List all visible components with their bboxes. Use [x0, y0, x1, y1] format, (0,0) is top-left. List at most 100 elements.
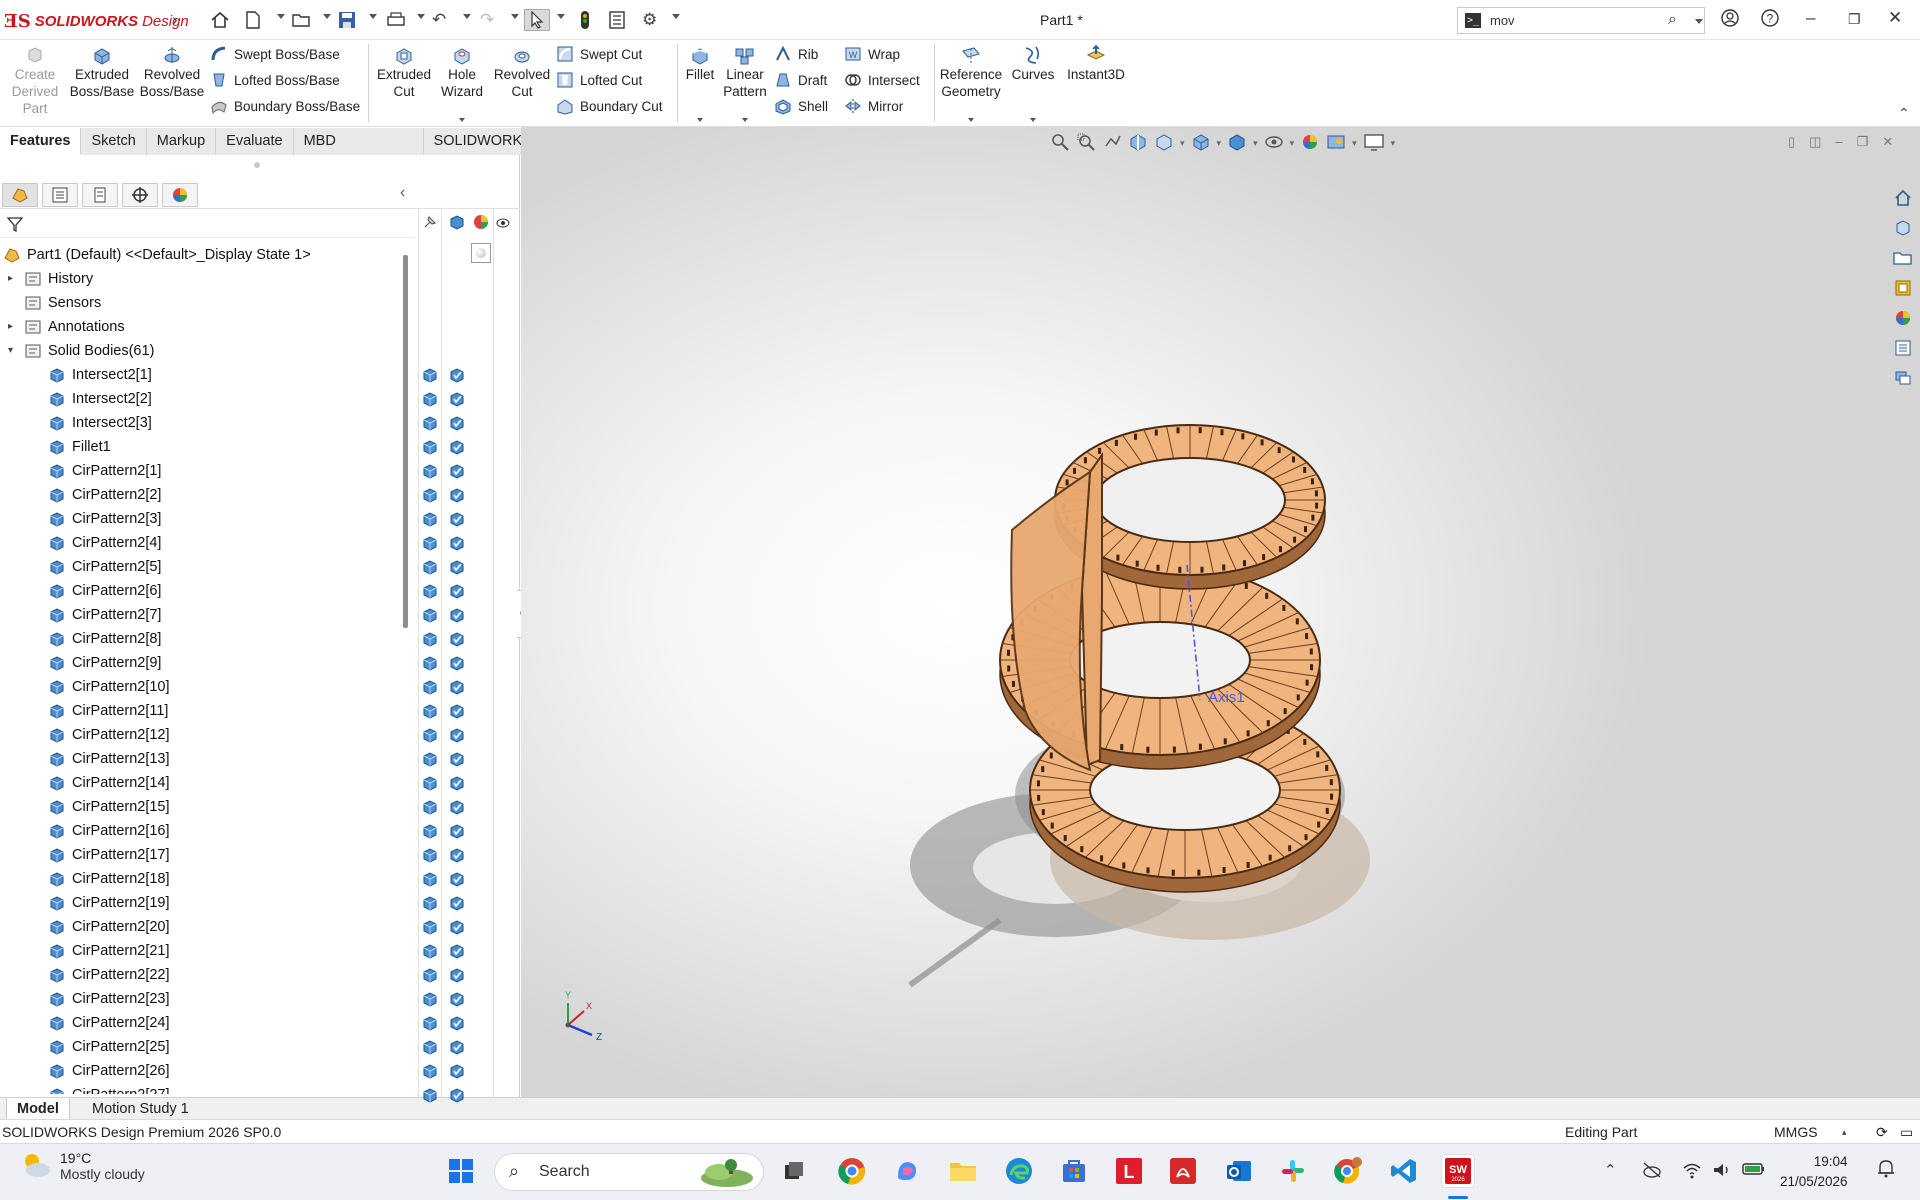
- solidworks-resources-icon[interactable]: [1890, 186, 1916, 210]
- split-view-icon[interactable]: ◫: [1809, 134, 1821, 150]
- boundary-boss-button[interactable]: Boundary Boss/Base: [210, 96, 360, 116]
- tree-scrollbar[interactable]: [403, 255, 408, 628]
- body-visible-check-icon[interactable]: [449, 487, 465, 503]
- task-view-icon[interactable]: [777, 1154, 811, 1188]
- solid-body-item[interactable]: CirPattern2[2]: [48, 483, 161, 507]
- body-visible-check-icon[interactable]: [449, 679, 465, 695]
- body-display-icon[interactable]: [422, 1087, 438, 1103]
- body-appearance-header-icon[interactable]: [449, 214, 465, 233]
- visibility-eye-icon[interactable]: [496, 216, 510, 232]
- open-icon[interactable]: [292, 9, 312, 31]
- body-visible-check-icon[interactable]: [449, 919, 465, 935]
- zoom-to-fit-icon[interactable]: [1050, 132, 1070, 155]
- show-hidden-icons-chevron[interactable]: ⌃: [1604, 1161, 1617, 1179]
- body-visible-check-icon[interactable]: [449, 367, 465, 383]
- body-display-icon[interactable]: [422, 823, 438, 839]
- body-visible-check-icon[interactable]: [449, 631, 465, 647]
- body-display-icon[interactable]: [422, 583, 438, 599]
- tab-features[interactable]: Features: [0, 128, 82, 155]
- search-dropdown-icon[interactable]: [1695, 19, 1703, 24]
- body-display-icon[interactable]: [422, 895, 438, 911]
- tile-view-icon[interactable]: ▯: [1788, 134, 1795, 150]
- select-pointer-icon[interactable]: [524, 9, 550, 31]
- edit-appearance-icon[interactable]: [1300, 132, 1320, 155]
- body-display-icon[interactable]: [422, 943, 438, 959]
- solid-body-item[interactable]: Intersect2[2]: [48, 387, 152, 411]
- display-style-icon[interactable]: [1227, 132, 1247, 155]
- body-visible-check-icon[interactable]: [449, 823, 465, 839]
- view-settings-icon[interactable]: [1363, 132, 1385, 155]
- tree-item[interactable]: ▾ Solid Bodies(61): [8, 339, 154, 363]
- body-display-icon[interactable]: [422, 871, 438, 887]
- slack-icon[interactable]: [1276, 1154, 1310, 1188]
- file-explorer-taskbar-icon[interactable]: [946, 1154, 980, 1188]
- body-visible-check-icon[interactable]: [449, 775, 465, 791]
- windows-start-icon[interactable]: [444, 1154, 478, 1188]
- collapse-panel-icon[interactable]: ‹: [400, 184, 405, 202]
- create-derived-part-button[interactable]: Create Derived Part: [10, 44, 60, 117]
- viewport-close-icon[interactable]: ✕: [1882, 134, 1893, 150]
- solid-body-item[interactable]: CirPattern2[22]: [48, 963, 170, 987]
- appearance-ball-icon[interactable]: [472, 213, 490, 234]
- undo-icon[interactable]: ↶: [432, 9, 446, 31]
- body-visible-check-icon[interactable]: [449, 1015, 465, 1031]
- boundary-cut-button[interactable]: Boundary Cut: [556, 96, 663, 116]
- curves-button[interactable]: Curves: [1010, 44, 1056, 122]
- tree-item[interactable]: ▸ History: [8, 267, 93, 291]
- appearances-scenes-icon[interactable]: [1890, 306, 1916, 330]
- tab-markup[interactable]: Markup: [146, 128, 217, 155]
- microsoft-store-icon[interactable]: [1057, 1154, 1091, 1188]
- body-visible-check-icon[interactable]: [449, 967, 465, 983]
- linear-pattern-dropdown-icon[interactable]: [742, 118, 748, 122]
- viewport-minimize-icon[interactable]: –: [1835, 134, 1842, 150]
- filter-icon[interactable]: [6, 216, 24, 235]
- body-display-icon[interactable]: [422, 391, 438, 407]
- solid-body-item[interactable]: CirPattern2[26]: [48, 1059, 170, 1083]
- view-orientation-icon[interactable]: [1191, 132, 1211, 155]
- body-visible-check-icon[interactable]: [449, 439, 465, 455]
- hud-dropdown-icon[interactable]: ▾: [1180, 138, 1185, 149]
- volume-icon[interactable]: [1712, 1161, 1732, 1183]
- weather-widget[interactable]: 19°C Mostly cloudy: [20, 1150, 145, 1182]
- hud-dropdown-icon[interactable]: ▾: [1391, 138, 1396, 149]
- body-visible-check-icon[interactable]: [449, 1039, 465, 1055]
- dimxpert-tab-icon[interactable]: [122, 183, 158, 207]
- print-dropdown-icon[interactable]: [417, 14, 425, 19]
- open-dropdown-icon[interactable]: [323, 14, 331, 19]
- shell-button[interactable]: Shell: [774, 96, 828, 116]
- pin-icon[interactable]: [422, 214, 438, 233]
- customize-status-icon[interactable]: ▭: [1900, 1124, 1913, 1141]
- lofted-cut-button[interactable]: Lofted Cut: [556, 70, 642, 90]
- solid-body-item[interactable]: CirPattern2[18]: [48, 867, 170, 891]
- search-commands-box[interactable]: >_ mov ⌕: [1457, 7, 1705, 34]
- body-visible-check-icon[interactable]: [449, 895, 465, 911]
- body-display-icon[interactable]: [422, 439, 438, 455]
- solid-body-item[interactable]: CirPattern2[3]: [48, 507, 161, 531]
- solid-body-item[interactable]: CirPattern2[15]: [48, 795, 170, 819]
- rebuild-status-icon[interactable]: ⟳: [1876, 1124, 1888, 1141]
- body-display-icon[interactable]: [422, 703, 438, 719]
- body-visible-check-icon[interactable]: [449, 799, 465, 815]
- body-visible-check-icon[interactable]: [449, 871, 465, 887]
- rebuild-icon[interactable]: [578, 9, 592, 31]
- draft-button[interactable]: Draft: [774, 70, 827, 90]
- section-view-icon[interactable]: [1128, 132, 1148, 155]
- part-model-graphic[interactable]: Axis1: [880, 390, 1420, 1010]
- linear-pattern-button[interactable]: Linear Pattern: [722, 44, 768, 122]
- file-explorer-icon[interactable]: [1890, 246, 1916, 270]
- body-display-icon[interactable]: [422, 463, 438, 479]
- minimize-window-icon[interactable]: –: [1806, 8, 1815, 28]
- edge-icon[interactable]: [1002, 1154, 1036, 1188]
- solid-body-item[interactable]: CirPattern2[14]: [48, 771, 170, 795]
- restore-window-icon[interactable]: ❐: [1848, 11, 1861, 28]
- body-visible-check-icon[interactable]: [449, 943, 465, 959]
- body-display-icon[interactable]: [422, 535, 438, 551]
- extruded-cut-button[interactable]: Extruded Cut: [372, 44, 436, 100]
- solid-body-item[interactable]: CirPattern2[21]: [48, 939, 170, 963]
- tab-motion-study[interactable]: Motion Study 1: [82, 1098, 199, 1120]
- solid-body-item[interactable]: CirPattern2[27]: [48, 1083, 170, 1094]
- home-icon[interactable]: [210, 9, 230, 31]
- body-visible-check-icon[interactable]: [449, 511, 465, 527]
- wrap-button[interactable]: W Wrap: [844, 44, 900, 64]
- tree-expand-icon[interactable]: ▾: [8, 346, 18, 356]
